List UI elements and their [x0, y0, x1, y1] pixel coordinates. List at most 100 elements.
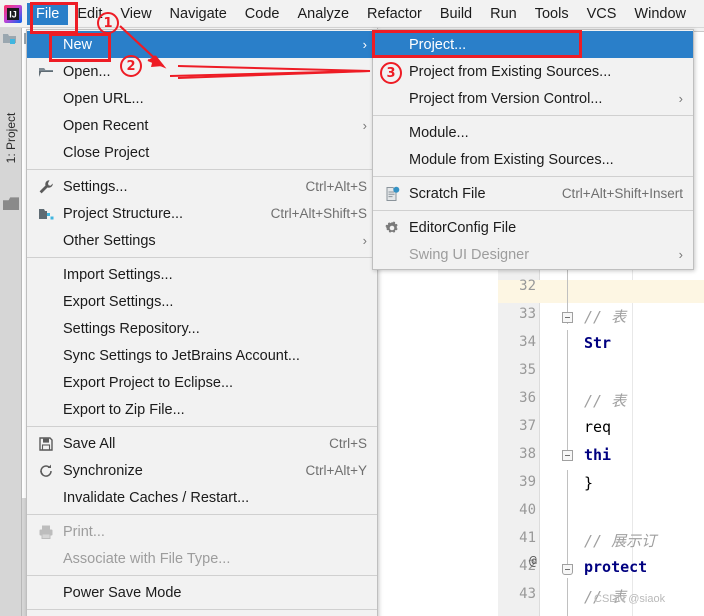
editor-code-text[interactable]: Str — [584, 334, 611, 352]
menu-separator — [27, 426, 377, 427]
menu-bar-item-label: File — [36, 5, 60, 22]
editor-line-number: 43 — [519, 586, 536, 602]
editor-code-text[interactable]: } — [584, 474, 593, 492]
menu-bar-item-navigate[interactable]: Navigate — [161, 3, 236, 25]
file-menu-item-label: Export Settings... — [63, 293, 174, 310]
file-menu-item-synchronize[interactable]: Synchronize Ctrl+Alt+Y — [27, 457, 377, 484]
file-menu-item-label: Export Project to Eclipse... — [63, 374, 234, 391]
editor-code-text[interactable]: req — [584, 418, 611, 436]
chevron-right-icon: › — [362, 118, 367, 133]
editor-fold-gutter[interactable] — [540, 250, 576, 616]
file-menu-item-open[interactable]: Open... — [27, 58, 377, 85]
save-icon — [38, 436, 54, 452]
file-menu-item-open-recent[interactable]: Open Recent › — [27, 112, 377, 139]
menu-bar-item-window[interactable]: Window — [625, 3, 695, 25]
editor-code-text[interactable]: // 表 — [584, 306, 626, 327]
editor-line-number: 36 — [519, 390, 536, 406]
menu-bar-item-build[interactable]: Build — [431, 3, 481, 25]
editor-line-number: 32 — [519, 278, 536, 294]
intellij-idea-window: 31//3233// 表34Str3536// 表37req38thi39}40… — [0, 0, 704, 616]
new-submenu-item-editorconfig-file[interactable]: EditorConfig File — [373, 214, 693, 241]
file-menu-item-label: Synchronize — [63, 462, 143, 479]
menu-separator — [373, 176, 693, 177]
file-menu-item-sync-settings-to-jetbrains-account[interactable]: Sync Settings to JetBrains Account... — [27, 342, 377, 369]
watermark-text: CSDN @siaok — [594, 593, 666, 605]
file-menu-item-other-settings[interactable]: Other Settings › — [27, 227, 377, 254]
annotation-marker-3: 3 — [380, 62, 402, 84]
scratch-file-icon — [384, 186, 400, 202]
menu-bar-item-code[interactable]: Code — [236, 3, 289, 25]
new-submenu-item-module-from-existing-sources[interactable]: Module from Existing Sources... — [373, 146, 693, 173]
menu-bar-item-label: Tools — [534, 5, 569, 22]
file-menu-item-label: Import Settings... — [63, 266, 173, 283]
annotation-marker-2: 2 — [120, 55, 142, 77]
new-submenu-item-label: Module from Existing Sources... — [409, 151, 614, 168]
file-menu-item-label: Settings... — [63, 178, 128, 195]
editor-code-text[interactable]: thi — [584, 446, 611, 464]
file-menu-item-label: Invalidate Caches / Restart... — [63, 489, 250, 506]
file-dropdown-menu[interactable]: New › Open... Open URL... Open Recent › Close … — [26, 29, 378, 616]
file-menu-item-label: Settings Repository... — [63, 320, 200, 337]
menu-bar-item-file[interactable]: File — [27, 2, 69, 25]
file-menu-item-close-project[interactable]: Close Project — [27, 139, 377, 166]
new-submenu-item-scratch-file[interactable]: Scratch File Ctrl+Alt+Shift+Insert — [373, 180, 693, 207]
menu-bar-item-tools[interactable]: Tools — [526, 3, 578, 25]
fold-collapse-icon-3[interactable] — [562, 564, 573, 575]
file-menu-item-settings[interactable]: Settings... Ctrl+Alt+S — [27, 173, 377, 200]
annotation-marker-1: 1 — [97, 12, 119, 34]
file-menu-item-export-settings[interactable]: Export Settings... — [27, 288, 377, 315]
printer-icon — [38, 524, 54, 540]
refresh-icon — [38, 463, 54, 479]
menu-separator — [27, 257, 377, 258]
new-submenu-item-swing-ui-designer: Swing UI Designer › — [373, 241, 693, 268]
file-menu-item-settings-repository[interactable]: Settings Repository... — [27, 315, 377, 342]
file-menu-item-export-project-to-eclipse[interactable]: Export Project to Eclipse... — [27, 369, 377, 396]
new-submenu[interactable]: Project... Project from Existing Sources.… — [372, 29, 694, 270]
menu-bar-item-label: Build — [439, 5, 473, 22]
file-menu-item-open-url[interactable]: Open URL... — [27, 85, 377, 112]
editor-line-number: 38 — [519, 446, 536, 462]
file-menu-item-label: Power Save Mode — [63, 584, 182, 601]
menu-bar-item-analyze[interactable]: Analyze — [288, 3, 358, 25]
editor-code-text[interactable]: // 展示订 — [584, 530, 656, 551]
editor-code-text[interactable]: // 表 — [584, 390, 626, 411]
new-submenu-item-module[interactable]: Module... — [373, 119, 693, 146]
intellij-idea-logo-icon: IJ — [3, 4, 23, 24]
file-menu-item-export-to-zip-file[interactable]: Export to Zip File... — [27, 396, 377, 423]
menu-separator — [27, 169, 377, 170]
fold-collapse-icon-2[interactable] — [562, 450, 573, 461]
menu-bar-item-label: Code — [244, 5, 280, 22]
file-menu-item-import-settings[interactable]: Import Settings... — [27, 261, 377, 288]
file-menu-item-new[interactable]: New › — [27, 31, 377, 58]
file-menu-item-label: New — [63, 36, 93, 53]
project-tree-icon — [2, 30, 20, 48]
file-menu-item-invalidate-caches-restart[interactable]: Invalidate Caches / Restart... — [27, 484, 377, 511]
menu-separator — [27, 609, 377, 610]
file-menu-item-save-all[interactable]: Save All Ctrl+S — [27, 430, 377, 457]
file-menu-item-power-save-mode[interactable]: Power Save Mode — [27, 579, 377, 606]
annotation-gutter-at-marker[interactable]: @ — [529, 554, 537, 569]
menu-bar-item-label: Navigate — [169, 5, 227, 22]
fold-collapse-icon-1[interactable] — [562, 312, 573, 323]
menu-bar-item-vcs[interactable]: VCS — [578, 3, 626, 25]
menu-separator — [373, 115, 693, 116]
chevron-right-icon: › — [678, 247, 683, 262]
menu-bar-item-run[interactable]: Run — [481, 3, 526, 25]
menu-bar-item-label: Window — [634, 5, 686, 22]
left-tool-window-strip[interactable]: 1: Project — [0, 28, 22, 616]
gear-icon — [384, 220, 400, 236]
chevron-right-icon: › — [362, 233, 367, 248]
editor-code-text[interactable]: protect — [584, 558, 647, 576]
sidebar-item-project-tab[interactable]: 1: Project — [1, 99, 21, 177]
editor-line-number: 34 — [519, 334, 536, 350]
menu-separator — [373, 210, 693, 211]
file-menu-item-shortcut: Ctrl+Alt+Y — [305, 463, 367, 478]
new-submenu-item-project-from-existing-sources[interactable]: Project from Existing Sources... — [373, 58, 693, 85]
file-menu-item-print: Print... — [27, 518, 377, 545]
file-menu-item-label: Project Structure... — [63, 205, 184, 222]
new-submenu-item-project[interactable]: Project... — [373, 31, 693, 58]
new-submenu-item-project-from-version-control[interactable]: Project from Version Control... › — [373, 85, 693, 112]
file-menu-item-project-structure[interactable]: Project Structure... Ctrl+Alt+Shift+S — [27, 200, 377, 227]
menu-bar-item-refactor[interactable]: Refactor — [358, 3, 431, 25]
structure-tool-icon[interactable] — [3, 197, 19, 210]
